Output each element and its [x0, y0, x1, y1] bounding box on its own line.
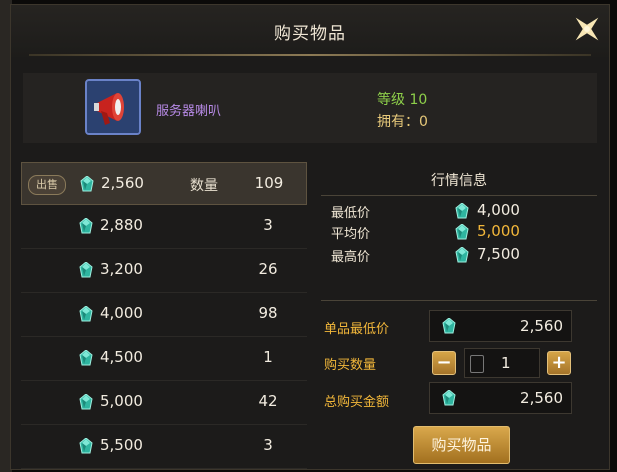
listing-price: 5,000 [100, 392, 143, 410]
currency-gem-icon [455, 203, 469, 219]
quantity-value: 1 [501, 354, 511, 372]
quantity-label: 数量 [190, 178, 218, 194]
calculator-icon[interactable] [470, 355, 484, 373]
sell-badge: 出售 [28, 175, 66, 195]
title-bar: 购买物品 [11, 5, 609, 57]
listing-row[interactable]: 4,000 98 [21, 293, 307, 337]
total-amount-label: 总购买金额 [324, 395, 390, 410]
listing-quantity: 3 [263, 216, 273, 234]
unit-price-field: 2,560 [429, 310, 572, 342]
currency-gem-icon [442, 318, 456, 334]
avg-price-value: 5,000 [477, 222, 520, 240]
listing-quantity: 98 [258, 304, 278, 322]
listing-row[interactable]: 4,500 1 [21, 337, 307, 381]
currency-gem-icon [79, 306, 93, 322]
currency-gem-icon [442, 390, 456, 406]
currency-gem-icon [79, 262, 93, 278]
listing-price: 2,560 [101, 174, 144, 192]
currency-gem-icon [455, 247, 469, 263]
purchase-dialog: 购买物品 服务器喇叭 等级 10 拥有：0 出售 2,560 数量 109 2,… [10, 4, 610, 470]
currency-gem-icon [79, 350, 93, 366]
listing-price: 3,200 [100, 260, 143, 278]
listing-row[interactable]: 3,200 26 [21, 249, 307, 293]
currency-gem-icon [79, 438, 93, 454]
listing-quantity: 26 [258, 260, 278, 278]
total-amount-value: 2,560 [520, 389, 563, 407]
dialog-title: 购买物品 [274, 24, 346, 44]
close-icon[interactable] [567, 9, 607, 49]
listing-quantity: 109 [254, 174, 284, 192]
listing-table: 出售 2,560 数量 109 2,880 3 3,200 26 4,000 9… [21, 162, 307, 469]
total-amount-field: 2,560 [429, 382, 572, 414]
listing-row[interactable]: 出售 2,560 数量 109 [21, 162, 307, 205]
listing-row[interactable]: 2,880 3 [21, 205, 307, 249]
listing-row[interactable]: 5,500 3 [21, 425, 307, 469]
decrease-quantity-button[interactable]: − [432, 351, 456, 375]
item-info-panel: 服务器喇叭 等级 10 拥有：0 [23, 73, 597, 143]
currency-gem-icon [80, 176, 94, 192]
increase-quantity-button[interactable]: + [547, 351, 571, 375]
min-price-label: 最低价 [331, 206, 371, 221]
currency-gem-icon [79, 218, 93, 234]
unit-price-label: 单品最低价 [324, 322, 390, 337]
avg-price-label: 平均价 [331, 227, 371, 242]
form-divider [321, 300, 597, 301]
title-divider [29, 54, 591, 56]
listing-quantity: 1 [263, 348, 273, 366]
listing-quantity: 3 [263, 436, 273, 454]
item-name: 服务器喇叭 [156, 104, 222, 119]
max-price-value: 7,500 [477, 245, 520, 263]
item-owned-count: 拥有：0 [377, 114, 428, 130]
currency-gem-icon [79, 394, 93, 410]
quantity-input[interactable]: 1 [464, 348, 540, 378]
quantity-label: 购买数量 [324, 358, 377, 373]
listing-price: 5,500 [100, 436, 143, 454]
max-price-label: 最高价 [331, 250, 371, 265]
listing-price: 4,000 [100, 304, 143, 322]
market-divider [321, 195, 597, 196]
buy-item-button[interactable]: 购买物品 [413, 426, 510, 464]
megaphone-icon [85, 79, 141, 135]
listing-row[interactable]: 5,000 42 [21, 381, 307, 425]
item-level: 等级 10 [377, 92, 428, 108]
listing-price: 2,880 [100, 216, 143, 234]
market-info-title: 行情信息 [431, 173, 487, 189]
listing-price: 4,500 [100, 348, 143, 366]
currency-gem-icon [455, 224, 469, 240]
unit-price-value: 2,560 [520, 317, 563, 335]
listing-quantity: 42 [258, 392, 278, 410]
min-price-value: 4,000 [477, 201, 520, 219]
